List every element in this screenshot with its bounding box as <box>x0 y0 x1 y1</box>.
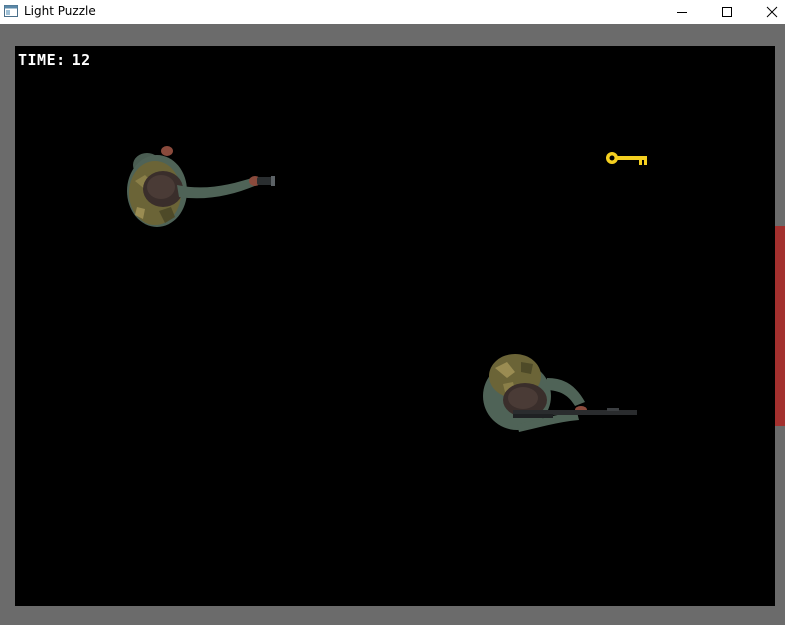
close-icon <box>766 6 778 18</box>
enemy-soldier-sprite <box>483 354 637 432</box>
time-label: TIME: <box>18 51 66 69</box>
player-soldier-sprite <box>127 146 275 227</box>
golden-key-sprite <box>606 152 647 165</box>
maximize-icon <box>722 7 732 17</box>
game-window: Light Puzzle TIME: 12 <box>0 0 785 625</box>
game-canvas[interactable]: TIME: 12 <box>15 46 775 606</box>
minimize-icon <box>677 12 687 13</box>
window-title: Light Puzzle <box>24 4 96 18</box>
time-value: 12 <box>71 51 91 69</box>
close-button[interactable] <box>749 0 785 24</box>
side-health-bar <box>775 226 785 426</box>
time-display: TIME: 12 <box>18 51 91 69</box>
maximize-button[interactable] <box>704 0 750 24</box>
app-window-icon <box>4 5 18 17</box>
title-bar[interactable]: Light Puzzle <box>0 0 785 24</box>
minimize-button[interactable] <box>659 0 705 24</box>
